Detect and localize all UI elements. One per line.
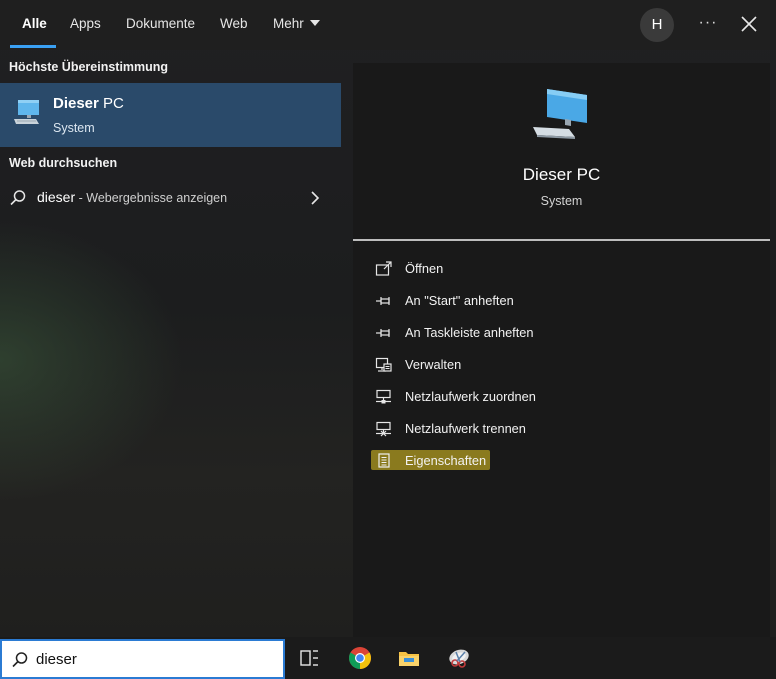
tab-alle[interactable]: Alle (22, 0, 47, 50)
action-pin-taskbar-label: An Taskleiste anheften (405, 325, 534, 340)
tab-web[interactable]: Web (220, 0, 248, 50)
action-open-label: Öffnen (405, 261, 444, 276)
chrome-icon[interactable] (348, 646, 372, 670)
tab-apps[interactable]: Apps (70, 0, 101, 50)
account-avatar[interactable]: H (640, 8, 674, 42)
tab-mehr-label: Mehr (273, 16, 304, 31)
web-search-text: dieser - Webergebnisse anzeigen (37, 189, 227, 205)
properties-icon (378, 453, 390, 468)
action-pin-start-label: An "Start" anheften (405, 293, 514, 308)
file-explorer-icon[interactable] (397, 646, 421, 670)
task-view-icon[interactable] (297, 646, 321, 670)
action-manage[interactable]: Verwalten (371, 354, 751, 376)
pin-icon (376, 329, 390, 337)
close-icon[interactable] (738, 12, 760, 36)
best-match-result[interactable]: Dieser PC System (0, 83, 341, 147)
web-search-result[interactable]: dieser - Webergebnisse anzeigen (0, 180, 341, 216)
pin-icon (376, 297, 390, 305)
computer-icon (14, 100, 39, 124)
web-search-heading: Web durchsuchen (9, 156, 118, 170)
best-match-title-rest: PC (98, 95, 124, 112)
action-properties-label: Eigenschaften (405, 453, 487, 468)
open-icon (375, 261, 392, 276)
preview-divider (353, 239, 770, 241)
action-pin-taskbar[interactable]: An Taskleiste anheften (371, 322, 751, 344)
search-input[interactable] (36, 647, 276, 671)
snipping-tool-icon[interactable] (447, 646, 471, 670)
active-tab-indicator (10, 45, 56, 48)
best-match-subtitle: System (53, 121, 95, 135)
search-icon (12, 652, 28, 668)
taskbar-search-box[interactable] (0, 639, 285, 679)
action-disconnect-network-drive-label: Netzlaufwerk trennen (405, 421, 526, 436)
tab-dokumente[interactable]: Dokumente (126, 0, 195, 50)
action-disconnect-network-drive[interactable]: Netzlaufwerk trennen (371, 418, 751, 440)
manage-icon (375, 357, 392, 372)
best-match-title: Dieser PC (53, 95, 124, 112)
action-pin-start[interactable]: An "Start" anheften (371, 290, 751, 312)
action-map-network-drive-label: Netzlaufwerk zuordnen (405, 389, 536, 404)
tab-mehr[interactable]: Mehr (273, 0, 320, 50)
more-options-icon[interactable]: ··· (697, 10, 719, 38)
search-icon (10, 190, 26, 206)
computer-icon (533, 89, 587, 139)
preview-title: Dieser PC (522, 165, 601, 184)
network-drive-icon (376, 421, 391, 437)
best-match-heading: Höchste Übereinstimmung (9, 60, 169, 74)
caret-down-icon (309, 20, 320, 27)
chevron-right-icon[interactable] (309, 190, 321, 206)
action-properties[interactable]: Eigenschaften (371, 450, 751, 472)
action-map-network-drive[interactable]: Netzlaufwerk zuordnen (371, 386, 751, 408)
action-open[interactable]: Öffnen (371, 258, 751, 280)
network-drive-icon (376, 389, 391, 404)
web-search-suffix: - Webergebnisse anzeigen (75, 191, 228, 205)
preview-pane: Dieser PC System Öffnen An "Start" anhef… (353, 63, 770, 637)
web-search-query: dieser (37, 189, 76, 205)
action-manage-label: Verwalten (405, 357, 462, 372)
search-tabs-bar: Alle Apps Dokumente Web Mehr H ··· (0, 0, 776, 50)
preview-subtitle: System (540, 194, 583, 208)
best-match-title-bold: Dieser (53, 95, 99, 112)
